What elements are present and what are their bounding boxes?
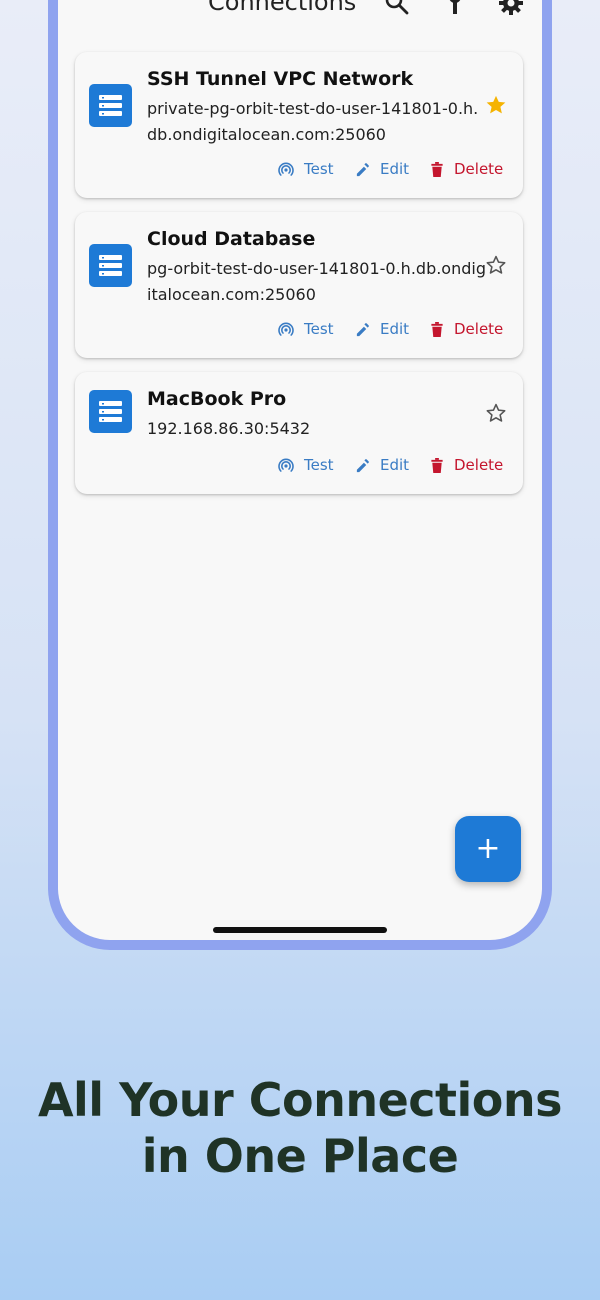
marketing-tagline: All Your Connections in One Place (0, 1072, 600, 1184)
connection-card[interactable]: Cloud Database pg-orbit-test-do-user-141… (75, 212, 523, 358)
pencil-icon (356, 458, 369, 472)
delete-button[interactable]: Delete (430, 318, 503, 340)
edit-label: Edit (380, 160, 410, 178)
edit-button[interactable]: Edit (355, 454, 409, 476)
connection-card[interactable]: SSH Tunnel VPC Network private-pg-orbit-… (75, 52, 523, 198)
star-outline-icon[interactable] (485, 402, 507, 424)
test-label: Test (304, 456, 334, 474)
home-indicator (213, 927, 387, 933)
edit-button[interactable]: Edit (355, 318, 409, 340)
phone-frame: Connections SSH Tunnel VPC Network priva… (48, 0, 552, 950)
connection-card[interactable]: MacBook Pro 192.168.86.30:5432 Test Edit… (75, 372, 523, 494)
test-button[interactable]: Test (278, 318, 334, 340)
star-filled-icon[interactable] (485, 94, 507, 116)
gear-icon[interactable] (498, 0, 524, 16)
app-screen: Connections SSH Tunnel VPC Network priva… (58, 0, 542, 940)
connection-name: Cloud Database (147, 228, 316, 250)
database-icon (89, 84, 132, 127)
trash-icon (431, 457, 443, 473)
search-icon[interactable] (384, 0, 410, 16)
edit-label: Edit (380, 456, 410, 474)
key-icon[interactable] (442, 0, 468, 16)
test-label: Test (304, 320, 334, 338)
broadcast-icon (278, 458, 294, 472)
trash-icon (431, 321, 443, 337)
card-actions: Test Edit Delete (75, 158, 523, 180)
test-button[interactable]: Test (278, 454, 334, 476)
pencil-icon (356, 162, 369, 176)
edit-label: Edit (380, 320, 410, 338)
delete-button[interactable]: Delete (430, 454, 503, 476)
connection-address: 192.168.86.30:5432 (147, 419, 311, 438)
edit-button[interactable]: Edit (355, 158, 409, 180)
app-bar: Connections (58, 0, 542, 20)
pencil-icon (356, 322, 369, 336)
delete-label: Delete (454, 160, 504, 178)
connection-name: MacBook Pro (147, 388, 287, 410)
connection-name: SSH Tunnel VPC Network (147, 68, 414, 90)
star-outline-icon[interactable] (485, 254, 507, 276)
card-actions: Test Edit Delete (75, 318, 523, 340)
connection-address: private-pg-orbit-test-do-user-141801-0.h… (147, 99, 479, 144)
add-connection-button[interactable]: + (455, 816, 521, 882)
test-button[interactable]: Test (278, 158, 334, 180)
tagline-line-1: All Your Connections (37, 1073, 563, 1127)
broadcast-icon (278, 322, 294, 336)
delete-label: Delete (454, 320, 504, 338)
tagline-line-2: in One Place (141, 1129, 459, 1183)
plus-icon: + (475, 831, 501, 866)
page-title: Connections (208, 0, 357, 16)
delete-button[interactable]: Delete (430, 158, 503, 180)
database-icon (89, 390, 132, 433)
broadcast-icon (278, 162, 294, 176)
delete-label: Delete (454, 456, 504, 474)
database-icon (89, 244, 132, 287)
connection-address: pg-orbit-test-do-user-141801-0.h.db.ondi… (147, 259, 486, 304)
card-actions: Test Edit Delete (75, 454, 523, 476)
trash-icon (431, 161, 443, 177)
test-label: Test (304, 160, 334, 178)
